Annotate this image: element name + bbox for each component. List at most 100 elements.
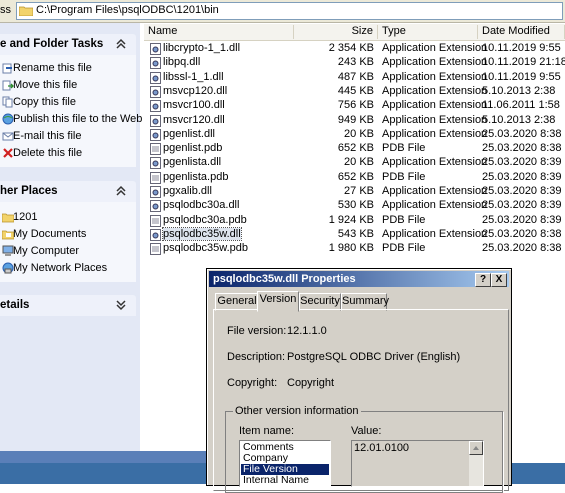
file-size: 949 KB <box>337 113 374 126</box>
description-value: PostgreSQL ODBC Driver (English) <box>287 351 461 363</box>
column-size[interactable]: Size <box>294 25 378 39</box>
file-name: libpq.dll <box>163 56 201 69</box>
file-type: Application Extension <box>382 99 488 112</box>
file-size: 445 KB <box>337 84 374 97</box>
address-label: ss <box>0 4 11 16</box>
file-name: msvcr120.dll <box>163 113 225 126</box>
help-button[interactable]: ? <box>475 273 491 287</box>
expand-chevron-icon[interactable] <box>114 298 128 312</box>
file-row[interactable]: pgxalib.dll 27 KB Application Extension 25.… <box>144 185 565 199</box>
file-date: 10.11.2019 9:55 <box>482 42 561 54</box>
column-name[interactable]: Name <box>144 25 294 39</box>
pdb-file-icon <box>150 143 161 156</box>
pdb-file-icon <box>150 243 161 256</box>
tab-version[interactable]: Version <box>257 291 299 312</box>
copyright-value: Copyright <box>287 377 335 389</box>
file-row[interactable]: pgenlist.dll 20 KB Application Extension 25… <box>144 128 565 142</box>
dll-file-icon <box>150 114 161 127</box>
column-date[interactable]: Date Modified <box>478 25 565 39</box>
dll-file-icon <box>150 228 161 241</box>
dll-file-icon <box>150 157 161 170</box>
file-size: 543 KB <box>337 227 374 240</box>
file-date: 25.03.2020 8:39 <box>482 213 562 226</box>
properties-dialog: psqlodbc35w.dll Properties ? X General V… <box>206 268 512 493</box>
dialog-title-bar[interactable]: psqlodbc35w.dll Properties ? X <box>209 271 509 287</box>
file-size: 2 354 KB <box>328 42 374 54</box>
other-places-panel: 1201 My Documents My Computer My Network… <box>0 202 136 282</box>
file-date: 25.03.2020 8:38 <box>482 142 562 155</box>
dll-file-icon <box>150 85 161 98</box>
file-name: pgenlist.dll <box>163 127 215 140</box>
file-size: 530 KB <box>337 199 374 212</box>
dll-file-icon <box>150 71 161 84</box>
file-date: 25.03.2020 8:39 <box>482 156 562 169</box>
file-tasks-header[interactable]: e and Folder Tasks <box>0 34 136 55</box>
file-row[interactable]: libpq.dll 243 KB Application Extension 10.1… <box>144 56 565 70</box>
file-size: 20 KB <box>344 127 374 140</box>
copyright-label: Copyright: <box>227 377 278 389</box>
file-size: 487 KB <box>337 70 374 83</box>
other-places-title: her Places <box>0 185 58 197</box>
dll-file-icon <box>150 200 161 213</box>
file-size: 1 980 KB <box>328 242 374 255</box>
file-row[interactable]: pgenlista.pdb 652 KB PDB File 25.03.2020 8:… <box>144 171 565 185</box>
file-row[interactable]: pgenlista.dll 20 KB Application Extension 2… <box>144 156 565 170</box>
file-type: PDB File <box>382 170 426 183</box>
column-type[interactable]: Type <box>378 25 478 39</box>
column-header: Name Size Type Date Modified <box>144 24 565 41</box>
collapse-chevron-icon[interactable] <box>114 184 128 198</box>
file-type: Application Extension <box>382 113 488 126</box>
file-date: 5.10.2013 2:38 <box>482 113 556 126</box>
file-date: 25.03.2020 8:38 <box>482 227 562 240</box>
value-label: Value: <box>351 425 382 437</box>
file-type: Application Extension <box>382 227 488 240</box>
file-version-label: File version: <box>227 325 287 337</box>
address-bar: ss C:\Program Files\psqlODBC\1201\bin <box>0 0 565 23</box>
other-places-header[interactable]: her Places <box>0 181 136 202</box>
file-name: libssl-1_1.dll <box>163 70 224 83</box>
item-internal-name[interactable]: Internal Name <box>241 475 329 486</box>
value-field[interactable]: 12.01.0100 <box>351 440 484 487</box>
file-size: 243 KB <box>337 56 374 69</box>
file-type: PDB File <box>382 142 426 155</box>
file-row[interactable]: msvcr120.dll 949 KB Application Extension 5… <box>144 114 565 128</box>
item-name-list[interactable]: Comments Company File Version Internal N… <box>239 440 331 487</box>
details-header[interactable]: etails <box>0 295 136 316</box>
file-row[interactable]: psqlodbc30a.pdb 1 924 KB PDB File 25.03.202… <box>144 214 565 228</box>
address-input[interactable]: C:\Program Files\psqlODBC\1201\bin <box>16 2 563 20</box>
file-row[interactable]: msvcp120.dll 445 KB Application Extension 5… <box>144 85 565 99</box>
file-date: 10.11.2019 21:18 <box>482 56 565 69</box>
file-name: psqlodbc35w.pdb <box>163 242 249 255</box>
file-row[interactable]: msvcr100.dll 756 KB Application Extension 1… <box>144 99 565 113</box>
value-scrollbar[interactable] <box>469 441 483 486</box>
up-arrow-icon <box>473 446 479 450</box>
file-size: 652 KB <box>337 142 374 155</box>
address-path: C:\Program Files\psqlODBC\1201\bin <box>36 4 219 16</box>
collapse-chevron-icon[interactable] <box>114 37 128 51</box>
file-type: Application Extension <box>382 185 488 197</box>
file-type: Application Extension <box>382 70 488 83</box>
close-button[interactable]: X <box>491 273 507 287</box>
scroll-up-button[interactable] <box>469 441 483 455</box>
task-pane: e and Folder Tasks Rename this file Move… <box>0 23 142 463</box>
value-text: 12.01.0100 <box>354 442 410 454</box>
file-size: 27 KB <box>344 185 374 197</box>
file-row[interactable]: pgenlist.pdb 652 KB PDB File 25.03.2020 8:3… <box>144 142 565 156</box>
file-name: libcrypto-1_1.dll <box>163 42 241 54</box>
file-row[interactable]: libssl-1_1.dll 487 KB Application Extensio… <box>144 71 565 85</box>
file-name: psqlodbc35w.dll <box>162 226 242 241</box>
other-version-label: Other version information <box>233 405 361 417</box>
pdb-file-icon <box>150 214 161 227</box>
file-row[interactable]: psqlodbc30a.dll 530 KB Application Extensi… <box>144 199 565 213</box>
dialog-title: psqlodbc35w.dll Properties <box>213 273 356 285</box>
file-date: 25.03.2020 8:38 <box>482 127 562 140</box>
file-row[interactable]: libcrypto-1_1.dll 2 354 KB Application Ext… <box>144 42 565 56</box>
file-row[interactable]: psqlodbc35w.dll 543 KB Application Extensi… <box>144 226 565 242</box>
folder-icon <box>19 6 33 16</box>
file-row[interactable]: psqlodbc35w.pdb 1 980 KB PDB File 25.03.202… <box>144 242 565 256</box>
file-type: Application Extension <box>382 156 488 169</box>
dll-file-icon <box>150 186 161 198</box>
file-type: Application Extension <box>382 199 488 212</box>
item-name-label: Item name: <box>239 425 295 437</box>
file-name: psqlodbc30a.pdb <box>163 213 247 226</box>
